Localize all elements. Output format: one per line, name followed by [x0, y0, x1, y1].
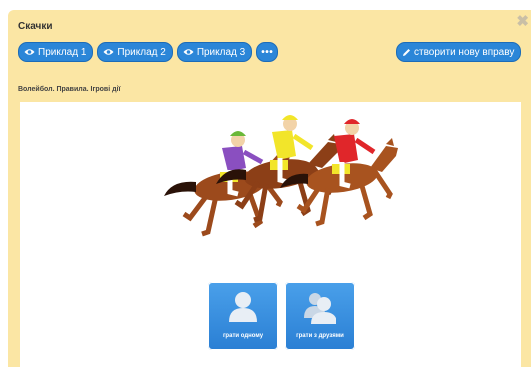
example-3-button[interactable]: Приклад 3 — [176, 42, 253, 62]
content-panel: грати одному грати з друзями — [20, 102, 521, 367]
eye-icon — [183, 48, 194, 56]
create-exercise-label: створити нову вправу — [414, 46, 515, 58]
pencil-icon — [402, 48, 411, 57]
eye-icon — [24, 48, 35, 56]
example-2-label: Приклад 2 — [117, 46, 166, 58]
example-1-button[interactable]: Приклад 1 — [18, 42, 94, 62]
play-with-friends-label: грати з друзями — [296, 333, 344, 339]
example-3-label: Приклад 3 — [196, 46, 246, 58]
example-toolbar: Приклад 1 Приклад 2 Приклад 3 ••• — [18, 42, 279, 62]
horse-race-illustration — [164, 115, 398, 237]
close-icon[interactable]: ✖ — [516, 14, 529, 29]
example-2-button[interactable]: Приклад 2 — [97, 42, 173, 62]
user-icon — [229, 292, 257, 322]
play-with-friends-button[interactable]: грати з друзями — [285, 282, 355, 350]
dialog-title: Скачки — [18, 21, 53, 32]
users-icon — [304, 293, 336, 324]
more-button[interactable]: ••• — [256, 42, 279, 62]
example-1-label: Приклад 1 — [38, 46, 87, 58]
exercise-dialog: Скачки ✖ Приклад 1 Приклад 2 Приклад 3 •… — [8, 10, 531, 367]
exercise-subtitle: Волейбол. Правила. Ігрові дії — [18, 86, 121, 93]
eye-icon — [103, 48, 114, 56]
play-alone-button[interactable]: грати одному — [208, 282, 278, 350]
play-alone-label: грати одному — [222, 333, 264, 339]
create-exercise-button[interactable]: створити нову вправу — [396, 42, 522, 62]
